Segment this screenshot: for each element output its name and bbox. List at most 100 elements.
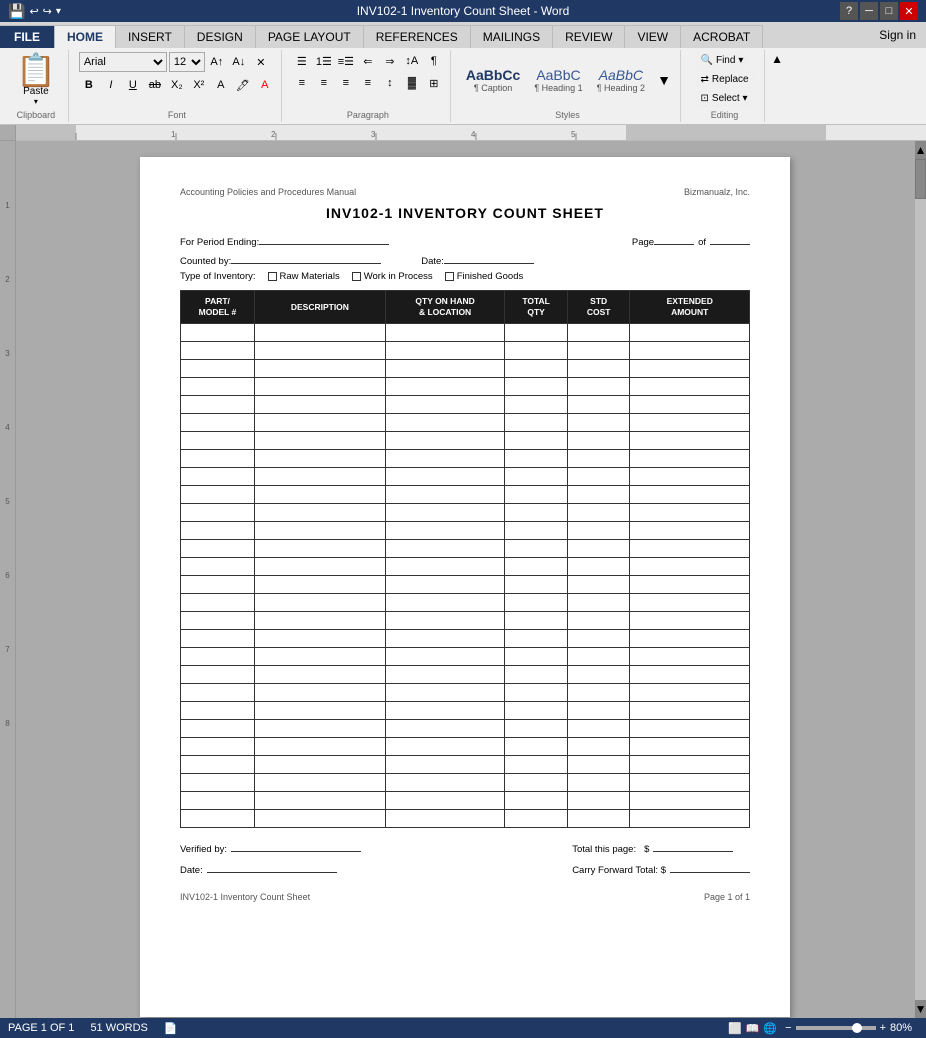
table-cell[interactable] (385, 378, 504, 396)
table-row[interactable] (181, 720, 750, 738)
table-cell[interactable] (181, 342, 255, 360)
tab-view[interactable]: VIEW (625, 25, 681, 48)
table-row[interactable] (181, 612, 750, 630)
table-cell[interactable] (567, 792, 630, 810)
table-cell[interactable] (181, 450, 255, 468)
table-cell[interactable] (385, 468, 504, 486)
raw-materials-checkbox[interactable] (268, 272, 277, 281)
table-cell[interactable] (181, 324, 255, 342)
table-cell[interactable] (567, 666, 630, 684)
table-cell[interactable] (254, 468, 385, 486)
paste-dropdown[interactable]: ▾ (34, 97, 38, 106)
table-row[interactable] (181, 792, 750, 810)
sign-in[interactable]: Sign in (869, 24, 926, 46)
document-scroll-area[interactable]: Accounting Policies and Procedures Manua… (16, 141, 914, 1018)
table-cell[interactable] (385, 774, 504, 792)
tab-home[interactable]: HOME (55, 25, 116, 48)
table-cell[interactable] (630, 558, 750, 576)
table-cell[interactable] (630, 324, 750, 342)
table-cell[interactable] (181, 432, 255, 450)
table-cell[interactable] (505, 792, 568, 810)
table-cell[interactable] (385, 558, 504, 576)
table-cell[interactable] (505, 504, 568, 522)
table-cell[interactable] (254, 756, 385, 774)
table-row[interactable] (181, 648, 750, 666)
table-cell[interactable] (630, 720, 750, 738)
table-cell[interactable] (567, 648, 630, 666)
layout-icon[interactable]: 📄 (164, 1022, 178, 1035)
table-cell[interactable] (567, 522, 630, 540)
table-cell[interactable] (567, 468, 630, 486)
table-cell[interactable] (181, 540, 255, 558)
table-cell[interactable] (181, 414, 255, 432)
subscript-button[interactable]: X₂ (167, 76, 187, 94)
customize-icon[interactable]: ▾ (56, 6, 61, 17)
table-cell[interactable] (385, 414, 504, 432)
table-cell[interactable] (181, 648, 255, 666)
tab-design[interactable]: DESIGN (185, 25, 256, 48)
table-row[interactable] (181, 522, 750, 540)
table-cell[interactable] (505, 756, 568, 774)
counted-by-field[interactable] (231, 252, 381, 264)
table-cell[interactable] (630, 522, 750, 540)
table-row[interactable] (181, 738, 750, 756)
scroll-track[interactable] (915, 159, 926, 1000)
table-cell[interactable] (567, 504, 630, 522)
table-cell[interactable] (630, 648, 750, 666)
borders-button[interactable]: ⊞ (424, 74, 444, 92)
tab-acrobat[interactable]: ACROBAT (681, 25, 763, 48)
styles-expand-button[interactable]: ▼ (654, 71, 674, 89)
table-row[interactable] (181, 810, 750, 828)
table-cell[interactable] (630, 450, 750, 468)
style-heading2[interactable]: AaBbC ¶ Heading 2 (592, 64, 650, 97)
shading-button[interactable]: ▓ (402, 74, 422, 92)
table-cell[interactable] (254, 504, 385, 522)
table-row[interactable] (181, 504, 750, 522)
table-cell[interactable] (254, 738, 385, 756)
table-cell[interactable] (567, 612, 630, 630)
table-row[interactable] (181, 576, 750, 594)
table-cell[interactable] (630, 738, 750, 756)
table-cell[interactable] (567, 702, 630, 720)
table-cell[interactable] (254, 792, 385, 810)
table-row[interactable] (181, 360, 750, 378)
align-left-button[interactable]: ≡ (292, 74, 312, 92)
table-row[interactable] (181, 378, 750, 396)
table-cell[interactable] (630, 378, 750, 396)
table-cell[interactable] (181, 576, 255, 594)
maximize-button[interactable]: □ (880, 2, 898, 20)
redo-icon[interactable]: ↪ (43, 5, 52, 18)
table-cell[interactable] (385, 810, 504, 828)
shrink-font-button[interactable]: A↓ (229, 53, 249, 71)
grow-font-button[interactable]: A↑ (207, 53, 227, 71)
tab-page-layout[interactable]: PAGE LAYOUT (256, 25, 364, 48)
table-cell[interactable] (385, 576, 504, 594)
tab-mailings[interactable]: MAILINGS (471, 25, 553, 48)
numbering-button[interactable]: 1☰ (314, 52, 334, 70)
table-cell[interactable] (254, 432, 385, 450)
align-center-button[interactable]: ≡ (314, 74, 334, 92)
table-cell[interactable] (567, 324, 630, 342)
table-cell[interactable] (630, 702, 750, 720)
tab-file[interactable]: FILE (0, 25, 55, 48)
table-cell[interactable] (630, 684, 750, 702)
table-cell[interactable] (254, 576, 385, 594)
table-cell[interactable] (567, 720, 630, 738)
justify-button[interactable]: ≡ (358, 74, 378, 92)
table-cell[interactable] (181, 810, 255, 828)
table-cell[interactable] (505, 648, 568, 666)
work-in-process-checkbox[interactable] (352, 272, 361, 281)
table-cell[interactable] (567, 756, 630, 774)
table-cell[interactable] (385, 792, 504, 810)
table-cell[interactable] (254, 648, 385, 666)
table-cell[interactable] (567, 684, 630, 702)
table-cell[interactable] (505, 594, 568, 612)
table-cell[interactable] (385, 702, 504, 720)
table-cell[interactable] (567, 594, 630, 612)
table-cell[interactable] (254, 702, 385, 720)
period-ending-field[interactable] (259, 233, 389, 245)
table-cell[interactable] (385, 540, 504, 558)
table-cell[interactable] (385, 342, 504, 360)
table-cell[interactable] (630, 468, 750, 486)
table-cell[interactable] (385, 504, 504, 522)
